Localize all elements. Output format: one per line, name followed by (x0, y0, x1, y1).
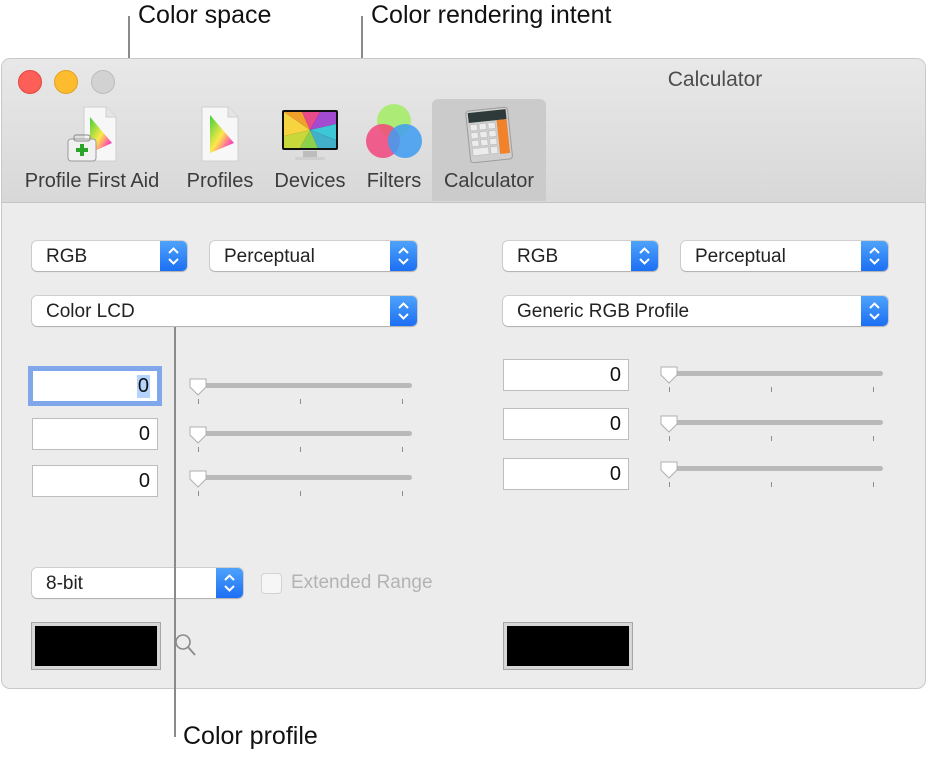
left-profile-popup[interactable]: Color LCD (32, 296, 417, 326)
calculator-icon (465, 106, 513, 163)
slider-track (194, 383, 412, 388)
slider-tick (771, 387, 772, 392)
left-channel-1-field[interactable]: 0 (32, 370, 158, 402)
right-channel-3-slider[interactable] (659, 460, 883, 490)
field-value: 0 (609, 413, 621, 435)
right-channel-2-slider[interactable] (659, 414, 883, 444)
slider-tick (402, 399, 403, 404)
callout-rendering-intent: Color rendering intent (371, 1, 612, 29)
slider-tick (300, 491, 301, 496)
left-color-swatch[interactable] (31, 622, 161, 670)
field-value: 0 (609, 364, 621, 386)
slider-track (665, 420, 883, 425)
slider-tick (300, 399, 301, 404)
slider-knob[interactable] (659, 365, 679, 385)
popup-value: RGB (46, 246, 88, 267)
field-value: 0 (609, 463, 621, 485)
toolbar-item-profile-first-aid[interactable]: Profile First Aid (16, 99, 168, 201)
callout-color-profile: Color profile (183, 722, 318, 750)
left-channel-1-slider[interactable] (188, 377, 412, 407)
slider-track (665, 371, 883, 376)
slider-knob[interactable] (188, 377, 208, 397)
right-channel-2-field[interactable]: 0 (503, 408, 629, 440)
popup-value: RGB (517, 246, 559, 267)
slider-knob[interactable] (188, 425, 208, 445)
popup-value: 8-bit (46, 573, 83, 594)
right-color-space-popup[interactable]: RGB (503, 241, 658, 271)
right-profile-popup[interactable]: Generic RGB Profile (503, 296, 888, 326)
toolbar-item-profiles[interactable]: Profiles (178, 99, 262, 201)
right-channel-3-field[interactable]: 0 (503, 458, 629, 490)
slider-tick (771, 436, 772, 441)
slider-tick (669, 436, 670, 441)
profiles-icon (201, 106, 239, 162)
field-value: 0 (138, 470, 150, 492)
toolbar-label: Calculator (443, 170, 535, 192)
toolbar-label: Profile First Aid (24, 170, 160, 192)
slider-tick (402, 491, 403, 496)
toolbar-item-filters[interactable]: Filters (358, 99, 430, 201)
callout-line-color-profile (174, 327, 176, 737)
chevron-updown-icon (216, 568, 243, 598)
chevron-updown-icon (160, 241, 187, 271)
left-color-space-popup[interactable]: RGB (32, 241, 187, 271)
chevron-updown-icon (861, 241, 888, 271)
magnifier-icon[interactable] (174, 633, 198, 659)
left-channel-2-slider[interactable] (188, 425, 412, 455)
profile-first-aid-icon (67, 106, 117, 162)
slider-track (194, 431, 412, 436)
slider-tick (198, 447, 199, 452)
right-channel-1-slider[interactable] (659, 365, 883, 395)
slider-tick (300, 447, 301, 452)
slider-track (665, 466, 883, 471)
toolbar-item-devices[interactable]: Devices (268, 99, 352, 201)
chevron-updown-icon (861, 296, 888, 326)
calculator-window: Calculator Profile First Aid Profiles De… (1, 58, 926, 689)
callout-color-space: Color space (138, 1, 272, 29)
field-value: 0 (138, 423, 150, 445)
chevron-updown-icon (631, 241, 658, 271)
slider-knob[interactable] (659, 414, 679, 434)
left-rendering-intent-popup[interactable]: Perceptual (210, 241, 417, 271)
popup-value: Perceptual (695, 246, 786, 267)
slider-tick (873, 436, 874, 441)
slider-tick (873, 387, 874, 392)
chevron-updown-icon (390, 296, 417, 326)
window-title: Calculator (667, 68, 763, 91)
popup-value: Color LCD (46, 301, 135, 322)
slider-tick (873, 482, 874, 487)
right-color-swatch[interactable] (503, 622, 633, 670)
slider-knob[interactable] (659, 460, 679, 480)
bit-depth-popup[interactable]: 8-bit (32, 568, 243, 598)
right-channel-1-field[interactable]: 0 (503, 359, 629, 391)
toolbar-item-calculator[interactable]: Calculator (432, 99, 546, 201)
toolbar-label: Filters (366, 170, 422, 192)
slider-tick (669, 387, 670, 392)
popup-value: Perceptual (224, 246, 315, 267)
filters-icon (366, 104, 422, 158)
left-channel-3-slider[interactable] (188, 469, 412, 499)
left-channel-3-field[interactable]: 0 (32, 465, 158, 497)
chevron-updown-icon (390, 241, 417, 271)
extended-range-label: Extended Range (291, 572, 433, 593)
toolbar-label: Profiles (186, 170, 254, 192)
devices-icon (282, 110, 338, 160)
slider-tick (771, 482, 772, 487)
slider-tick (669, 482, 670, 487)
slider-tick (198, 491, 199, 496)
left-channel-2-field[interactable]: 0 (32, 418, 158, 450)
slider-tick (402, 447, 403, 452)
slider-track (194, 475, 412, 480)
extended-range-checkbox[interactable] (261, 573, 282, 594)
slider-knob[interactable] (188, 469, 208, 489)
popup-value: Generic RGB Profile (517, 301, 690, 322)
right-rendering-intent-popup[interactable]: Perceptual (681, 241, 888, 271)
field-value: 0 (136, 375, 150, 398)
toolbar-label: Devices (274, 170, 346, 192)
title-bar: Calculator Profile First Aid Profiles De… (2, 59, 925, 203)
slider-tick (198, 399, 199, 404)
